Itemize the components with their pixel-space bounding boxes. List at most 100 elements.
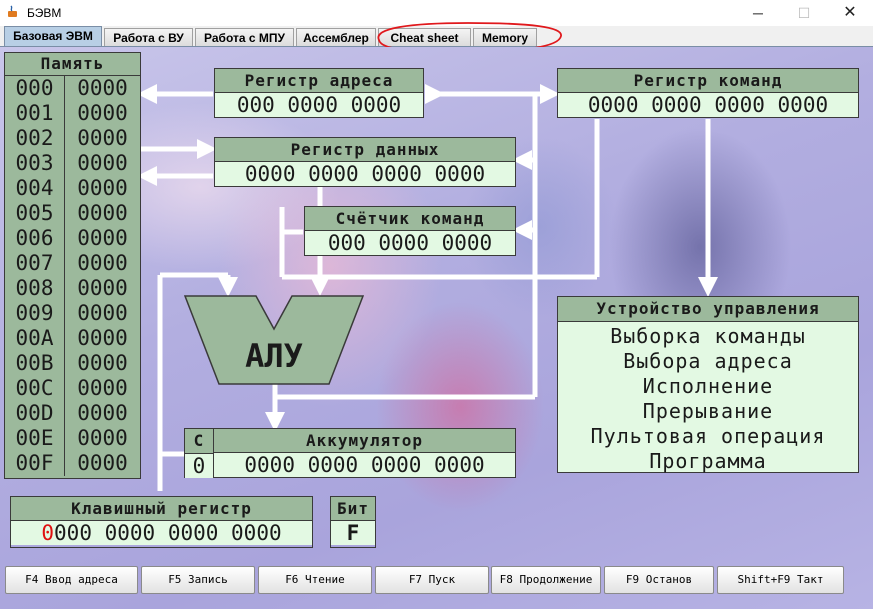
bit-value: F bbox=[331, 521, 375, 545]
memory-panel: Память 000 0000 001 0000 002 0000 003 0000 004 00… bbox=[4, 52, 141, 479]
memory-value[interactable]: 0000 bbox=[65, 76, 140, 101]
carry-flag: C 0 bbox=[184, 428, 214, 478]
memory-address: 005 bbox=[5, 201, 65, 226]
tab-mpu[interactable]: Работа с МПУ bbox=[195, 28, 294, 46]
memory-value[interactable]: 0000 bbox=[65, 301, 140, 326]
memory-address: 007 bbox=[5, 251, 65, 276]
counter-register-value: 000 0000 0000 bbox=[305, 231, 515, 255]
title-bar: БЭВМ ─ ☐ ✕ bbox=[0, 0, 873, 26]
memory-value[interactable]: 0000 bbox=[65, 401, 140, 426]
bit-field: Бит F bbox=[330, 496, 376, 548]
memory-row: 004 0000 bbox=[5, 176, 140, 201]
memory-address: 001 bbox=[5, 101, 65, 126]
keyboard-register[interactable]: Клавишный регистр 0000 0000 0000 0000 bbox=[10, 496, 313, 548]
memory-value[interactable]: 0000 bbox=[65, 101, 140, 126]
command-register: Регистр команд 0000 0000 0000 0000 bbox=[557, 68, 859, 118]
enter-address-button[interactable]: F4 Ввод адреса bbox=[5, 566, 138, 594]
memory-row: 000 0000 bbox=[5, 76, 140, 101]
data-register-value: 0000 0000 0000 0000 bbox=[215, 162, 515, 186]
memory-address: 00D bbox=[5, 401, 65, 426]
cu-item-interrupt: Прерывание bbox=[642, 399, 774, 423]
carry-flag-value: 0 bbox=[185, 454, 213, 478]
continue-button[interactable]: F8 Продолжение bbox=[491, 566, 601, 594]
tab-cheat-sheet[interactable]: Cheat sheet bbox=[378, 28, 471, 46]
control-unit-states: Выборка команды Выбора адреса Исполнение… bbox=[558, 322, 858, 473]
window-title: БЭВМ bbox=[27, 6, 62, 20]
memory-value[interactable]: 0000 bbox=[65, 151, 140, 176]
memory-address: 003 bbox=[5, 151, 65, 176]
minimize-icon: ─ bbox=[753, 5, 763, 21]
memory-row: 00E 0000 bbox=[5, 426, 140, 451]
memory-row: 008 0000 bbox=[5, 276, 140, 301]
alu-label: АЛУ bbox=[245, 337, 303, 375]
accumulator: Аккумулятор 0000 0000 0000 0000 bbox=[213, 428, 516, 478]
memory-value[interactable]: 0000 bbox=[65, 451, 140, 476]
cu-item-console: Пультовая операция bbox=[590, 424, 826, 448]
keyboard-register-cursor-digit: 0 bbox=[41, 521, 55, 545]
accumulator-value: 0000 0000 0000 0000 bbox=[214, 453, 515, 477]
write-button[interactable]: F5 Запись bbox=[141, 566, 255, 594]
tab-assembler[interactable]: Ассемблер bbox=[296, 28, 376, 46]
memory-row: 001 0000 bbox=[5, 101, 140, 126]
read-button[interactable]: F6 Чтение bbox=[258, 566, 372, 594]
tab-io-devices[interactable]: Работа с ВУ bbox=[104, 28, 193, 46]
carry-flag-title: C bbox=[185, 429, 213, 454]
memory-value[interactable]: 0000 bbox=[65, 226, 140, 251]
memory-row: 006 0000 bbox=[5, 226, 140, 251]
close-icon: ✕ bbox=[843, 4, 857, 21]
keyboard-register-value[interactable]: 0000 0000 0000 0000 bbox=[11, 521, 312, 545]
cu-item-fetch: Выборка команды bbox=[610, 324, 806, 348]
memory-value[interactable]: 0000 bbox=[65, 276, 140, 301]
control-unit: Устройство управления Выборка команды Вы… bbox=[557, 296, 859, 473]
memory-value[interactable]: 0000 bbox=[65, 426, 140, 451]
keyboard-register-rest: 000 0000 0000 0000 bbox=[54, 521, 282, 545]
memory-value[interactable]: 0000 bbox=[65, 326, 140, 351]
command-register-value: 0000 0000 0000 0000 bbox=[558, 93, 858, 117]
keyboard-register-title: Клавишный регистр bbox=[11, 497, 312, 521]
alu-block: АЛУ bbox=[184, 295, 364, 385]
close-button[interactable]: ✕ bbox=[827, 0, 873, 26]
memory-value[interactable]: 0000 bbox=[65, 201, 140, 226]
address-register: Регистр адреса 000 0000 0000 bbox=[214, 68, 424, 118]
memory-address: 00E bbox=[5, 426, 65, 451]
memory-value[interactable]: 0000 bbox=[65, 351, 140, 376]
tab-memory[interactable]: Memory bbox=[473, 28, 537, 46]
memory-address: 004 bbox=[5, 176, 65, 201]
stop-button[interactable]: F9 Останов bbox=[604, 566, 714, 594]
memory-row: 007 0000 bbox=[5, 251, 140, 276]
memory-row: 00B 0000 bbox=[5, 351, 140, 376]
bit-title: Бит bbox=[331, 497, 375, 521]
maximize-button[interactable]: ☐ bbox=[781, 0, 827, 26]
memory-address: 002 bbox=[5, 126, 65, 151]
tab-basic-computer[interactable]: Базовая ЭВМ bbox=[4, 26, 102, 47]
memory-address: 00C bbox=[5, 376, 65, 401]
memory-row: 009 0000 bbox=[5, 301, 140, 326]
step-button[interactable]: Shift+F9 Такт bbox=[717, 566, 844, 594]
memory-address: 000 bbox=[5, 76, 65, 101]
cu-item-execute: Исполнение bbox=[642, 374, 774, 398]
memory-value[interactable]: 0000 bbox=[65, 376, 140, 401]
memory-rows: 000 0000 001 0000 002 0000 003 0000 004 0000 005 00… bbox=[5, 76, 140, 476]
memory-row: 00D 0000 bbox=[5, 401, 140, 426]
counter-register-title: Счётчик команд bbox=[305, 207, 515, 231]
memory-value[interactable]: 0000 bbox=[65, 251, 140, 276]
data-register: Регистр данных 0000 0000 0000 0000 bbox=[214, 137, 516, 187]
run-button[interactable]: F7 Пуск bbox=[375, 566, 489, 594]
counter-register: Счётчик команд 000 0000 0000 bbox=[304, 206, 516, 256]
memory-row: 002 0000 bbox=[5, 126, 140, 151]
memory-title: Память bbox=[5, 53, 140, 76]
control-unit-title: Устройство управления bbox=[558, 297, 858, 322]
memory-value[interactable]: 0000 bbox=[65, 176, 140, 201]
memory-row: 00F 0000 bbox=[5, 451, 140, 476]
main-panel: Память 000 0000 001 0000 002 0000 003 0000 004 00… bbox=[0, 47, 873, 609]
memory-row: 00A 0000 bbox=[5, 326, 140, 351]
memory-row: 00C 0000 bbox=[5, 376, 140, 401]
address-register-value: 000 0000 0000 bbox=[215, 93, 423, 117]
cu-item-address: Выбора адреса bbox=[623, 349, 793, 373]
minimize-button[interactable]: ─ bbox=[735, 0, 781, 26]
memory-row: 003 0000 bbox=[5, 151, 140, 176]
address-register-title: Регистр адреса bbox=[215, 69, 423, 93]
maximize-icon: ☐ bbox=[797, 5, 811, 21]
memory-value[interactable]: 0000 bbox=[65, 126, 140, 151]
cu-item-program: Программа bbox=[649, 449, 767, 473]
